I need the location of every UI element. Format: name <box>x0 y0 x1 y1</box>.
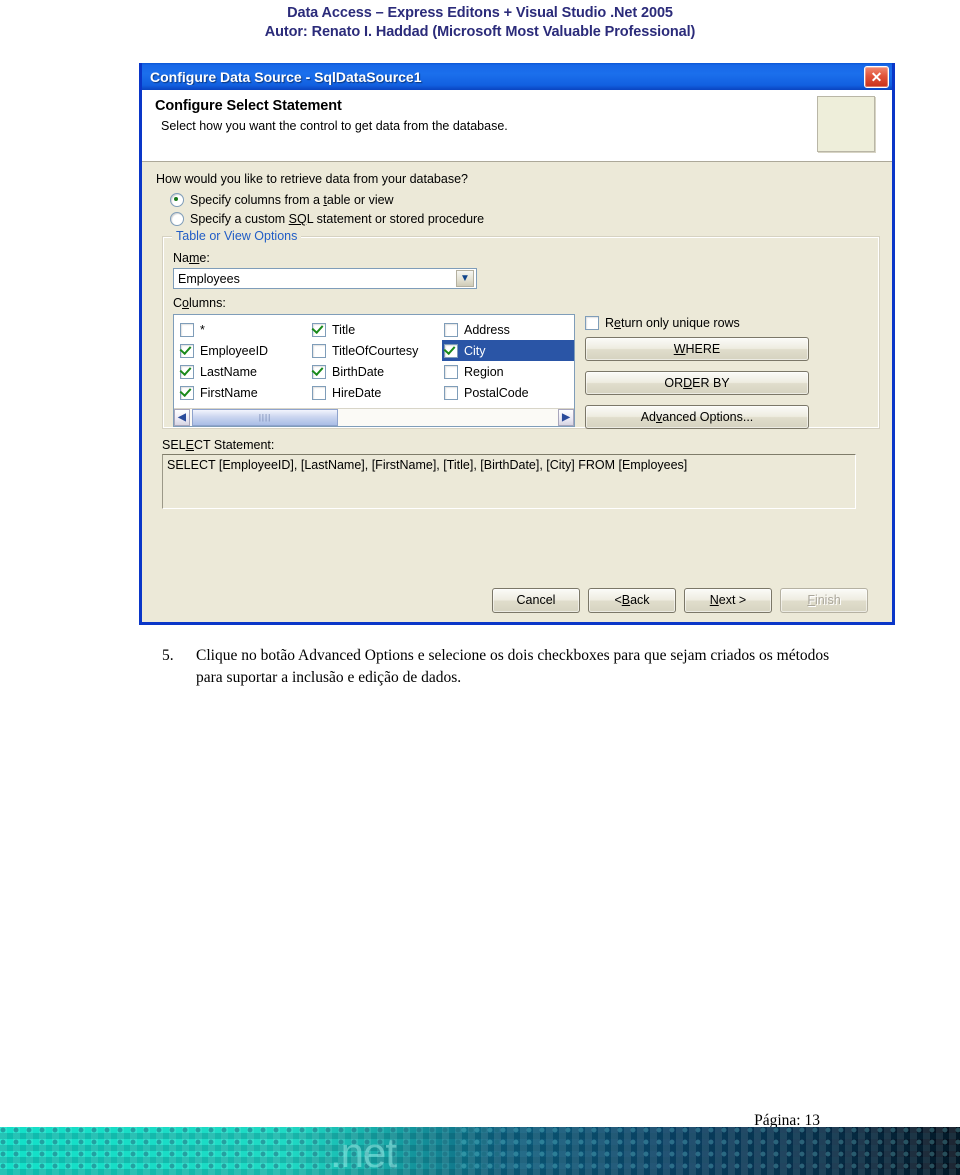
column-item-postalcode[interactable]: PostalCode <box>442 382 574 403</box>
columns-label: Columns: <box>173 296 226 310</box>
chevron-right-icon[interactable]: ▶ <box>558 409 574 426</box>
checkbox-birthdate[interactable] <box>312 364 326 379</box>
group-legend: Table or View Options <box>172 229 302 243</box>
banner-subtext: Select how you want the control to get d… <box>161 119 508 133</box>
column-item-star[interactable]: * <box>178 319 310 340</box>
checkbox-title[interactable] <box>312 322 326 337</box>
columns-and-actions: * EmployeeID LastName FirstName Title Ti… <box>173 314 869 429</box>
checkbox-firstname[interactable] <box>180 385 194 400</box>
column-item-lastname[interactable]: LastName <box>178 361 310 382</box>
columns-actions: Return only unique rows W HERE OR D ER BY A… <box>585 314 809 429</box>
where-button[interactable]: W HERE <box>585 337 809 361</box>
column-item-address[interactable]: Address <box>442 319 574 340</box>
columns-grid: * EmployeeID LastName FirstName Title Ti… <box>174 315 574 408</box>
header-line-2: Autor: Renato I. Haddad (Microsoft Most … <box>264 24 696 40</box>
retrieve-question-label: How would you like to retrieve data from… <box>156 172 468 186</box>
next-button[interactable]: Next > <box>684 587 772 613</box>
header-line-1: Data Access – Express Editons + Visual S… <box>287 5 673 21</box>
column-item-region[interactable]: Region <box>442 361 574 382</box>
chevron-down-icon[interactable]: ▼ <box>456 270 474 287</box>
instruction-paragraph: 5. Clique no botão Advanced Options e se… <box>162 645 852 689</box>
scrollbar-track[interactable]: |||| <box>190 409 558 426</box>
footer-banner: .net <box>0 1127 960 1175</box>
cancel-button[interactable]: Cancel <box>492 587 580 613</box>
column-item-birthdate[interactable]: BirthDate <box>310 361 442 382</box>
columns-column-3: Address City Region PostalCode <box>442 319 574 408</box>
back-button[interactable]: < Back <box>588 587 676 613</box>
table-or-view-options-group: Table or View Options Name: Employees ▼ … <box>162 229 880 429</box>
configure-data-source-dialog: Configure Data Source - SqlDataSource1 ✕… <box>139 63 895 625</box>
columns-column-1: * EmployeeID LastName FirstName <box>178 319 310 408</box>
column-item-city[interactable]: City <box>442 340 574 361</box>
footer-brand-text: .net <box>330 1129 397 1175</box>
checkbox-titleofcourtesy[interactable] <box>312 343 326 358</box>
radio-columns-label: Specify columns from a table or view <box>190 193 394 207</box>
select-statement-label: SELECT Statement: <box>162 438 275 452</box>
checkbox-star[interactable] <box>180 322 194 337</box>
banner-heading: Configure Select Statement <box>155 98 342 114</box>
select-statement-textarea[interactable]: SELECT [EmployeeID], [LastName], [FirstN… <box>162 454 856 509</box>
instruction-number: 5. <box>162 647 174 664</box>
checkbox-postalcode[interactable] <box>444 385 458 400</box>
scrollbar-thumb[interactable]: |||| <box>192 409 338 426</box>
document-header: Data Access – Express Editons + Visual S… <box>0 0 960 42</box>
column-item-employeeid[interactable]: EmployeeID <box>178 340 310 361</box>
dialog-titlebar[interactable]: Configure Data Source - SqlDataSource1 ✕ <box>142 63 892 90</box>
checkbox-region[interactable] <box>444 364 458 379</box>
radio-sql-indicator <box>170 212 184 226</box>
checkbox-city[interactable] <box>444 343 458 358</box>
dialog-banner: Configure Select Statement Select how yo… <box>142 90 892 162</box>
column-item-titleofcourtesy[interactable]: TitleOfCourtesy <box>310 340 442 361</box>
checkbox-return-unique-rows[interactable] <box>585 316 599 330</box>
columns-horizontal-scrollbar[interactable]: ◀ |||| ▶ <box>174 408 574 426</box>
footer-tiles <box>0 1127 960 1175</box>
dialog-footer: Cancel < Back Next > Finish <box>142 578 892 622</box>
checkbox-address[interactable] <box>444 322 458 337</box>
table-name-dropdown[interactable]: Employees ▼ <box>173 268 477 289</box>
dialog-title: Configure Data Source - SqlDataSource1 <box>150 68 422 85</box>
order-by-button[interactable]: OR D ER BY <box>585 371 809 395</box>
radio-columns-indicator <box>170 193 184 207</box>
wizard-image-placeholder <box>817 96 875 152</box>
table-name-value: Employees <box>178 271 240 286</box>
close-icon[interactable]: ✕ <box>864 65 889 88</box>
column-item-hiredate[interactable]: HireDate <box>310 382 442 403</box>
banner-texts: Configure Select Statement Select how yo… <box>155 98 817 133</box>
checkbox-hiredate[interactable] <box>312 385 326 400</box>
dialog-body: How would you like to retrieve data from… <box>142 162 892 623</box>
radio-specify-columns[interactable]: Specify columns from a table or view <box>170 193 880 207</box>
column-item-title[interactable]: Title <box>310 319 442 340</box>
radio-custom-sql[interactable]: Specify a custom SQL statement or stored… <box>170 212 880 226</box>
instruction-text: Clique no botão Advanced Options e selec… <box>196 647 830 686</box>
checkbox-lastname[interactable] <box>180 364 194 379</box>
checkbox-employeeid[interactable] <box>180 343 194 358</box>
return-unique-rows-label: Return only unique rows <box>605 316 740 330</box>
columns-listbox[interactable]: * EmployeeID LastName FirstName Title Ti… <box>173 314 575 427</box>
chevron-left-icon[interactable]: ◀ <box>174 409 190 426</box>
columns-column-2: Title TitleOfCourtesy BirthDate HireDate <box>310 319 442 408</box>
name-label: Name: <box>173 251 210 265</box>
return-unique-rows-row[interactable]: Return only unique rows <box>585 316 809 330</box>
radio-sql-label: Specify a custom SQL statement or stored… <box>190 212 485 226</box>
column-item-firstname[interactable]: FirstName <box>178 382 310 403</box>
finish-button: Finish <box>780 587 868 613</box>
advanced-options-button[interactable]: Ad v anced Options... <box>585 405 809 429</box>
